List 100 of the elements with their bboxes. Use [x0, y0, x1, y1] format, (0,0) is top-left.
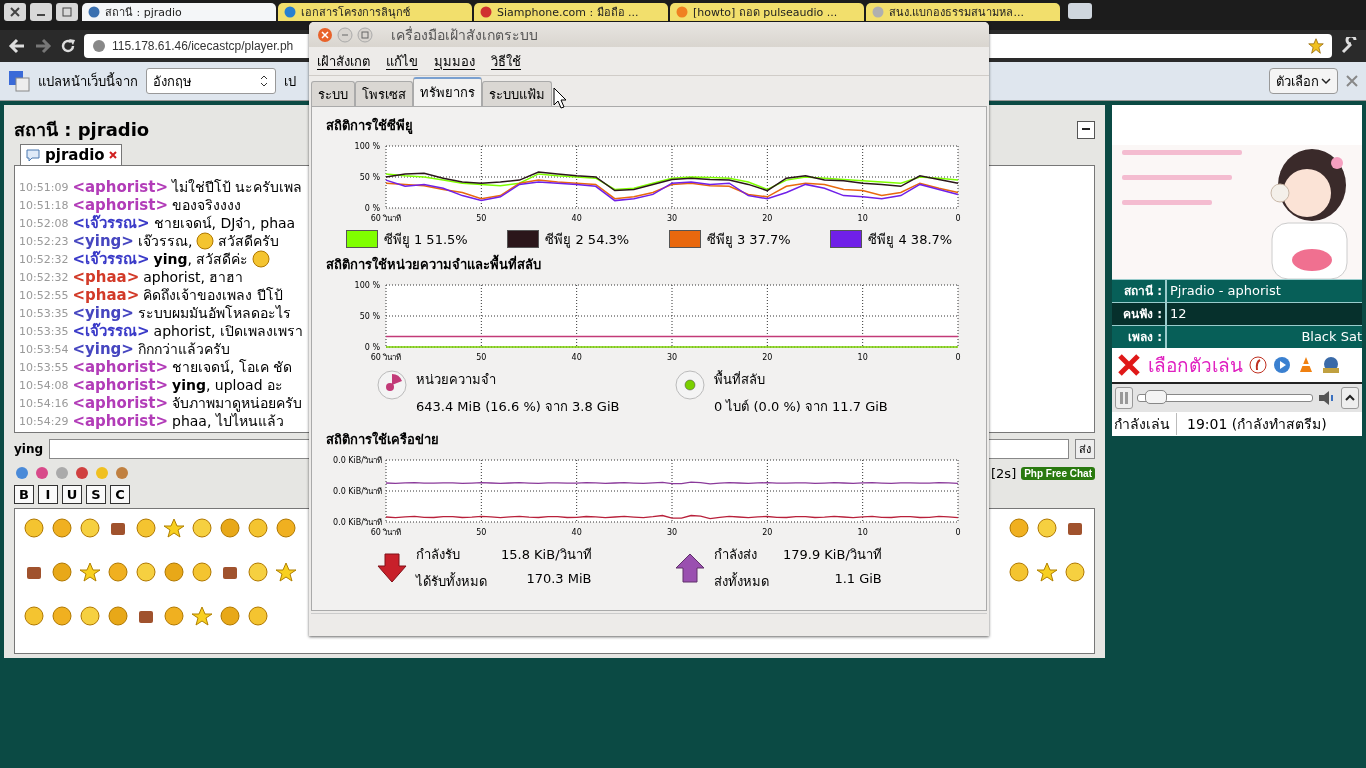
emoticon-icon[interactable]: [107, 605, 129, 627]
message-text: เจ๊วรรณ,: [137, 232, 193, 250]
forward-icon[interactable]: [34, 38, 52, 54]
legend-swatch[interactable]: [830, 230, 863, 248]
language-dropdown[interactable]: อังกฤษ: [146, 68, 276, 94]
star-icon[interactable]: [1308, 38, 1324, 54]
expand-button[interactable]: [1341, 387, 1359, 409]
tool-icon[interactable]: [14, 465, 30, 481]
emoticon-icon[interactable]: [275, 561, 297, 583]
emoticon-icon[interactable]: [51, 517, 73, 539]
emoticon-icon[interactable]: [107, 561, 129, 583]
download-arrow-icon: [376, 552, 408, 584]
browser-tab[interactable]: สถานี : pjradio: [82, 3, 276, 21]
room-tab[interactable]: pjradio: [20, 144, 122, 165]
close-icon[interactable]: [1346, 75, 1358, 87]
window-tab[interactable]: ระบบ: [311, 81, 355, 106]
new-tab-button[interactable]: [1068, 3, 1092, 19]
tool-icon[interactable]: [54, 465, 70, 481]
maximize-icon[interactable]: [357, 26, 373, 43]
emoticon-icon[interactable]: [79, 561, 101, 583]
emoticon-icon[interactable]: [1008, 517, 1030, 539]
emoticon-icon[interactable]: [51, 561, 73, 583]
emoticon-icon[interactable]: [51, 605, 73, 627]
emoticon-icon[interactable]: [135, 561, 157, 583]
favicon-icon: [284, 6, 296, 18]
reload-icon[interactable]: [60, 38, 76, 54]
emoticon-icon[interactable]: [23, 605, 45, 627]
window-tab[interactable]: ระบบแฟ้ม: [482, 81, 552, 106]
php-free-chat-logo[interactable]: Php Free Chat: [1021, 466, 1095, 480]
options-button[interactable]: ตัวเลือก: [1269, 68, 1338, 94]
browser-tab[interactable]: สนง.แบกองธรรมสนามหล...: [866, 3, 1060, 21]
legend-swatch[interactable]: [668, 230, 701, 248]
close-icon[interactable]: [317, 26, 333, 43]
send-button[interactable]: ส่ง: [1075, 439, 1095, 459]
pause-button[interactable]: [1115, 387, 1133, 409]
traffic-cone-icon[interactable]: [1297, 356, 1315, 374]
browser-tab[interactable]: [howto] ถอด pulseaudio ...: [670, 3, 864, 21]
emoticon-icon[interactable]: [1064, 561, 1086, 583]
media-player-icon[interactable]: [1273, 356, 1291, 374]
pie-icon[interactable]: [376, 369, 408, 401]
emoticon-icon[interactable]: [191, 561, 213, 583]
legend-swatch[interactable]: [345, 230, 378, 248]
tool-icon[interactable]: [114, 465, 130, 481]
emoticon-icon[interactable]: [1008, 561, 1030, 583]
tool-icon[interactable]: [74, 465, 90, 481]
format-button[interactable]: C: [110, 485, 130, 504]
emoticon-icon[interactable]: [1036, 561, 1058, 583]
axis-label: 0: [955, 528, 961, 537]
close-icon[interactable]: [1116, 352, 1142, 378]
message-text: ชายเจดน์, DJจ๋า, phaa: [153, 215, 296, 233]
emoticon-icon[interactable]: [219, 605, 241, 627]
message-time: 10:52:55: [19, 288, 69, 302]
minimize-icon[interactable]: [30, 3, 52, 21]
favicon-icon: [872, 6, 884, 18]
back-icon[interactable]: [8, 38, 26, 54]
minimize-icon[interactable]: [1077, 120, 1095, 139]
emoticon-icon[interactable]: [247, 517, 269, 539]
menu-item[interactable]: วิธีใช้: [491, 50, 521, 72]
emoticon-icon[interactable]: [247, 561, 269, 583]
close-window-icon[interactable]: [4, 3, 26, 21]
translate-button[interactable]: เป: [284, 70, 296, 92]
window-tab[interactable]: ทรัพยากร: [413, 77, 482, 106]
browser-tab[interactable]: Siamphone.com : มือถือ ...: [474, 3, 668, 21]
emoticon-icon[interactable]: [163, 561, 185, 583]
close-icon[interactable]: [108, 151, 117, 159]
emoticon-icon[interactable]: [79, 517, 101, 539]
legend-swatch[interactable]: [507, 230, 540, 248]
tool-icon[interactable]: [34, 465, 50, 481]
legend-label: ซีพียู 1 51.5%: [383, 230, 468, 250]
axis-label: 100 %: [354, 281, 380, 290]
swap-dot-icon[interactable]: [674, 369, 706, 401]
format-button[interactable]: S: [86, 485, 106, 504]
format-button[interactable]: U: [62, 485, 82, 504]
emoticon-icon[interactable]: [23, 517, 45, 539]
axis-label: 40: [571, 353, 582, 362]
flash-icon[interactable]: [1249, 356, 1267, 374]
emoticon-icon[interactable]: [247, 605, 269, 627]
axis-label: 0 %: [364, 343, 380, 352]
axis-label: 50 %: [359, 173, 380, 182]
axis-label: 30: [666, 353, 678, 362]
emoticon-icon[interactable]: [79, 605, 101, 627]
emoticon-icon[interactable]: [163, 517, 185, 539]
mouse-cursor-icon: [553, 87, 567, 109]
emoticon-icon[interactable]: [1036, 517, 1058, 539]
emoticon-icon[interactable]: [275, 517, 297, 539]
emoticon-icon[interactable]: [191, 605, 213, 627]
emoticon-icon[interactable]: [135, 517, 157, 539]
format-button[interactable]: B: [14, 485, 34, 504]
menu-item[interactable]: แก้ไข: [386, 50, 418, 72]
browser-tab[interactable]: เอกสารโครงการลินุกซ์: [278, 3, 472, 21]
emoticon-icon[interactable]: [163, 605, 185, 627]
nickname: <เจ๊วรรณ>: [72, 214, 150, 234]
message-text: กิกกว่าแล้วครับ: [137, 340, 230, 359]
window-tab[interactable]: โพรเซส: [355, 81, 413, 106]
slider-thumb[interactable]: [1144, 390, 1167, 404]
menu-item[interactable]: เฝ้าสังเกต: [317, 50, 370, 72]
menu-item[interactable]: มุมมอง: [434, 50, 475, 72]
emoticon-icon[interactable]: [219, 517, 241, 539]
format-button[interactable]: I: [38, 485, 58, 504]
emoticon-icon[interactable]: [191, 517, 213, 539]
